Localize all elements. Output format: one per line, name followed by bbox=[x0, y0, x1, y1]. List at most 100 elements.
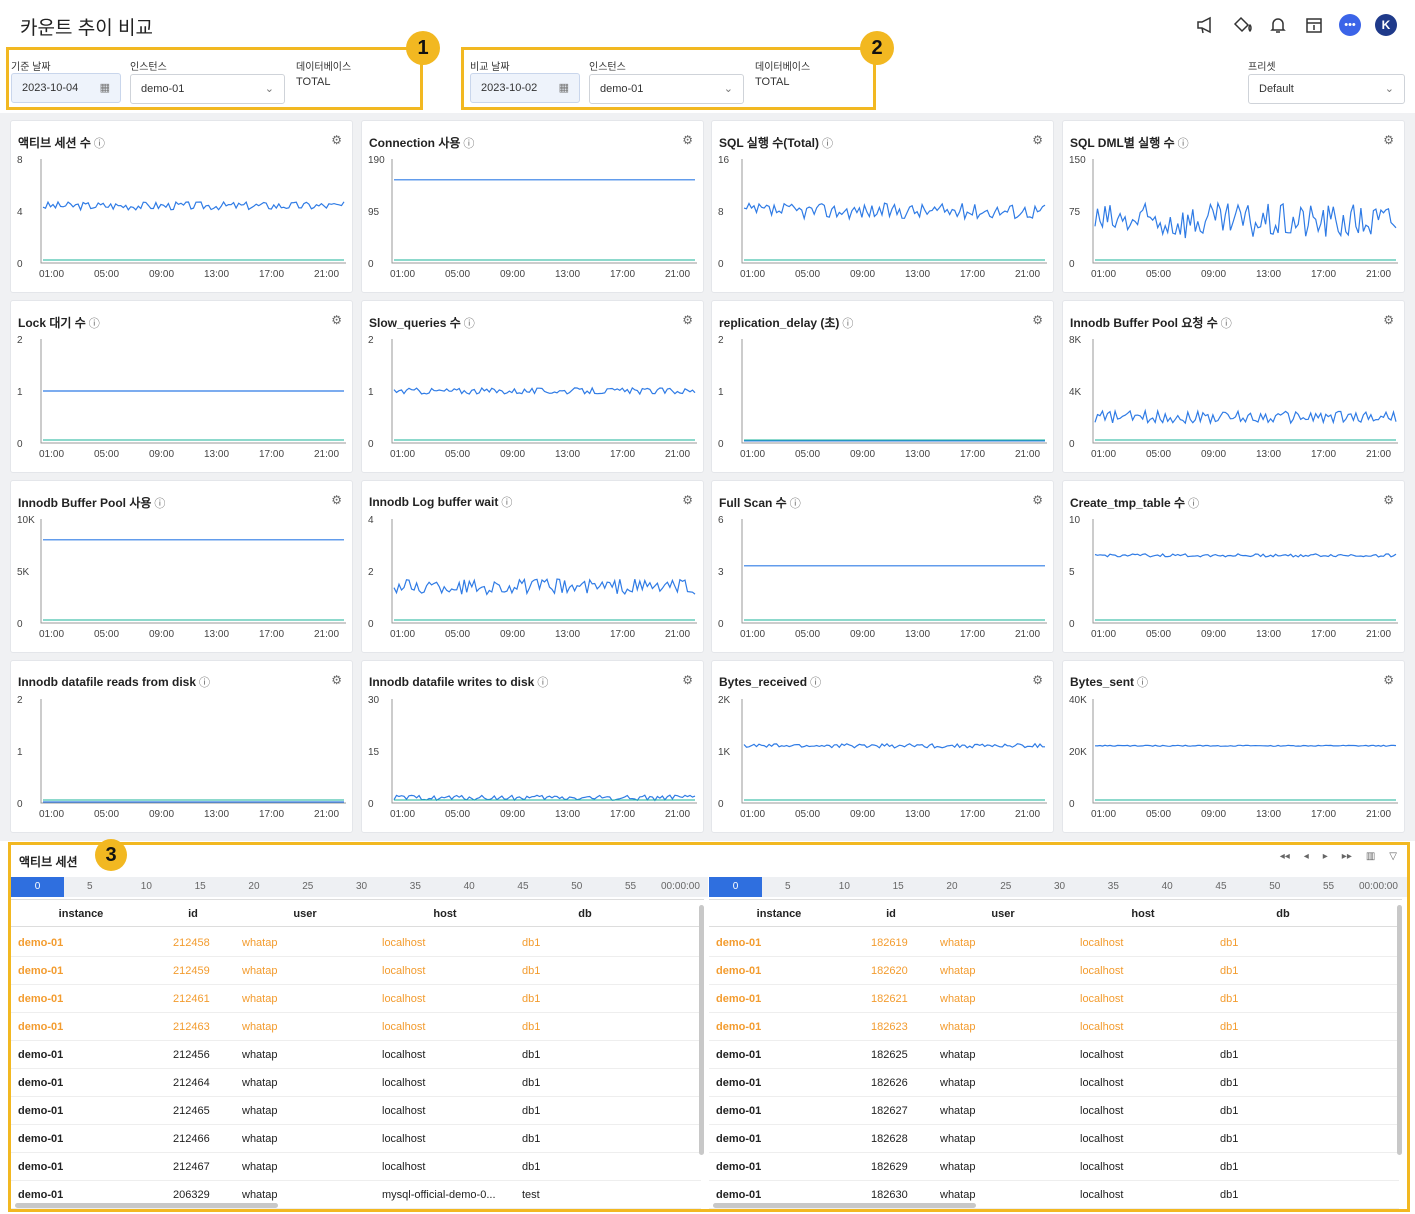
gear-icon[interactable]: ⚙ bbox=[331, 493, 342, 507]
info-icon[interactable]: ⓘ bbox=[1188, 498, 1199, 510]
right-vertical-scrollbar[interactable] bbox=[1397, 905, 1402, 1155]
chart-panel[interactable]: SQL 실행 수(Total) ⓘ ⚙ 16 8 0 01:00 05:00 09:00 13:0… bbox=[711, 120, 1054, 293]
gear-icon[interactable]: ⚙ bbox=[331, 313, 342, 327]
compare-instance-select[interactable]: demo-01 ⌄ bbox=[589, 74, 744, 104]
right-horizontal-scrollbar[interactable] bbox=[713, 1203, 976, 1208]
paint-bucket-icon[interactable] bbox=[1231, 14, 1253, 36]
chart-panel[interactable]: Connection 사용 ⓘ ⚙ 190 95 0 01:00 05:00 09:00 13:0… bbox=[361, 120, 704, 293]
column-header[interactable]: id bbox=[151, 908, 235, 920]
info-icon[interactable]: ⓘ bbox=[199, 677, 210, 689]
table-row[interactable]: demo-01 212459 whatap localhost db1 bbox=[11, 957, 701, 985]
info-icon[interactable]: ⓘ bbox=[537, 677, 548, 689]
chart-panel[interactable]: Innodb Buffer Pool 사용 ⓘ ⚙ 10K 5K 0 01:00 05:00 0… bbox=[10, 480, 353, 653]
info-icon[interactable]: ⓘ bbox=[94, 138, 105, 150]
info-icon[interactable]: ⓘ bbox=[822, 138, 833, 150]
column-header[interactable]: host bbox=[375, 908, 515, 920]
megaphone-icon[interactable] bbox=[1195, 14, 1217, 36]
last-page-icon[interactable]: ▸▸ bbox=[1342, 851, 1352, 862]
table-row[interactable]: demo-01 212458 whatap localhost db1 bbox=[11, 929, 701, 957]
chart-panel[interactable]: Slow_queries 수 ⓘ ⚙ 2 1 0 01:00 05:00 09:00 13:00 1… bbox=[361, 300, 704, 473]
chart-panel[interactable]: SQL DML별 실행 수 ⓘ ⚙ 150 75 0 01:00 05:00 09:00 13:0… bbox=[1062, 120, 1405, 293]
timeline-right[interactable]: 0 5 10 15 20 25 30 35 40 45 50 55 00:00:00 bbox=[709, 877, 1407, 897]
left-vertical-scrollbar[interactable] bbox=[699, 905, 704, 1155]
chart-panel[interactable]: Full Scan 수 ⓘ ⚙ 6 3 0 01:00 05:00 09:00 13:00 17:0… bbox=[711, 480, 1054, 653]
column-header[interactable]: db bbox=[515, 908, 655, 920]
gear-icon[interactable]: ⚙ bbox=[1383, 313, 1394, 327]
gear-icon[interactable]: ⚙ bbox=[682, 313, 693, 327]
column-header[interactable]: user bbox=[235, 908, 375, 920]
base-date-input[interactable]: 2023-10-04 ▦ bbox=[11, 73, 121, 103]
info-icon[interactable]: ⓘ bbox=[463, 138, 474, 150]
table-row[interactable]: demo-01 182628 whatap localhost db1 bbox=[709, 1125, 1399, 1153]
table-row[interactable]: demo-01 212467 whatap localhost db1 bbox=[11, 1153, 701, 1181]
left-horizontal-scrollbar[interactable] bbox=[15, 1203, 278, 1208]
timeline-current[interactable]: 0 bbox=[709, 877, 762, 897]
gear-icon[interactable]: ⚙ bbox=[682, 133, 693, 147]
first-page-icon[interactable]: ◂◂ bbox=[1280, 851, 1290, 862]
chart-panel[interactable]: Bytes_sent ⓘ ⚙ 40K 20K 0 01:00 05:00 09:00 13:00 1… bbox=[1062, 660, 1405, 833]
filter-icon[interactable]: ▽ bbox=[1389, 851, 1397, 862]
column-header[interactable]: host bbox=[1073, 908, 1213, 920]
column-header[interactable]: user bbox=[933, 908, 1073, 920]
table-row[interactable]: demo-01 212456 whatap localhost db1 bbox=[11, 1041, 701, 1069]
table-row[interactable]: demo-01 182627 whatap localhost db1 bbox=[709, 1097, 1399, 1125]
info-icon[interactable]: ⓘ bbox=[842, 318, 853, 330]
info-icon[interactable]: ⓘ bbox=[464, 318, 475, 330]
chart-panel[interactable]: Innodb Log buffer wait ⓘ ⚙ 4 2 0 01:00 05:00 09:… bbox=[361, 480, 704, 653]
gear-icon[interactable]: ⚙ bbox=[1383, 673, 1394, 687]
info-icon[interactable]: ⓘ bbox=[790, 498, 801, 510]
user-avatar[interactable]: K bbox=[1375, 14, 1397, 36]
table-row[interactable]: demo-01 182629 whatap localhost db1 bbox=[709, 1153, 1399, 1181]
chart-panel[interactable]: 액티브 세션 수 ⓘ ⚙ 8 4 0 01:00 05:00 09:00 13:00 17:00 21… bbox=[10, 120, 353, 293]
timeline-current[interactable]: 0 bbox=[11, 877, 64, 897]
column-header[interactable]: instance bbox=[11, 908, 151, 920]
calendar-icon[interactable] bbox=[1303, 14, 1325, 36]
gear-icon[interactable]: ⚙ bbox=[1383, 133, 1394, 147]
gear-icon[interactable]: ⚙ bbox=[1032, 673, 1043, 687]
info-icon[interactable]: ⓘ bbox=[1137, 677, 1148, 689]
table-row[interactable]: demo-01 212463 whatap localhost db1 bbox=[11, 1013, 701, 1041]
base-instance-select[interactable]: demo-01 ⌄ bbox=[130, 74, 285, 104]
table-row[interactable]: demo-01 182619 whatap localhost db1 bbox=[709, 929, 1399, 957]
column-header[interactable]: id bbox=[849, 908, 933, 920]
table-row[interactable]: demo-01 182623 whatap localhost db1 bbox=[709, 1013, 1399, 1041]
info-icon[interactable]: ⓘ bbox=[1178, 138, 1189, 150]
chart-panel[interactable]: Lock 대기 수 ⓘ ⚙ 2 1 0 01:00 05:00 09:00 13:00 17:00 2… bbox=[10, 300, 353, 473]
column-header[interactable]: instance bbox=[709, 908, 849, 920]
info-icon[interactable]: ⓘ bbox=[810, 677, 821, 689]
table-row[interactable]: demo-01 182626 whatap localhost db1 bbox=[709, 1069, 1399, 1097]
chart-panel[interactable]: Create_tmp_table 수 ⓘ ⚙ 10 5 0 01:00 05:00 09:00 1… bbox=[1062, 480, 1405, 653]
gear-icon[interactable]: ⚙ bbox=[682, 673, 693, 687]
gear-icon[interactable]: ⚙ bbox=[331, 673, 342, 687]
gear-icon[interactable]: ⚙ bbox=[1383, 493, 1394, 507]
compare-date-input[interactable]: 2023-10-02 ▦ bbox=[470, 73, 580, 103]
preset-select[interactable]: Default ⌄ bbox=[1248, 74, 1405, 104]
columns-icon[interactable]: ▥ bbox=[1366, 851, 1375, 862]
gear-icon[interactable]: ⚙ bbox=[331, 133, 342, 147]
chart-panel[interactable]: Innodb datafile reads from disk ⓘ ⚙ 2 1 0 01:0… bbox=[10, 660, 353, 833]
table-row[interactable]: demo-01 182621 whatap localhost db1 bbox=[709, 985, 1399, 1013]
chart-panel[interactable]: Innodb Buffer Pool 요청 수 ⓘ ⚙ 8K 4K 0 01:00 05:00… bbox=[1062, 300, 1405, 473]
info-icon[interactable]: ⓘ bbox=[501, 497, 512, 509]
table-row[interactable]: demo-01 212464 whatap localhost db1 bbox=[11, 1069, 701, 1097]
chat-icon[interactable]: ••• bbox=[1339, 14, 1361, 36]
table-row[interactable]: demo-01 182625 whatap localhost db1 bbox=[709, 1041, 1399, 1069]
next-page-icon[interactable]: ▸ bbox=[1323, 851, 1328, 862]
bell-icon[interactable] bbox=[1267, 14, 1289, 36]
chart-panel[interactable]: replication_delay (초) ⓘ ⚙ 2 1 0 01:00 05:00 09:0… bbox=[711, 300, 1054, 473]
gear-icon[interactable]: ⚙ bbox=[1032, 493, 1043, 507]
column-header[interactable]: db bbox=[1213, 908, 1353, 920]
chart-panel[interactable]: Innodb datafile writes to disk ⓘ ⚙ 30 15 0 01:… bbox=[361, 660, 704, 833]
table-row[interactable]: demo-01 212466 whatap localhost db1 bbox=[11, 1125, 701, 1153]
table-row[interactable]: demo-01 212465 whatap localhost db1 bbox=[11, 1097, 701, 1125]
info-icon[interactable]: ⓘ bbox=[89, 318, 100, 330]
chart-panel[interactable]: Bytes_received ⓘ ⚙ 2K 1K 0 01:00 05:00 09:00 13:0… bbox=[711, 660, 1054, 833]
gear-icon[interactable]: ⚙ bbox=[1032, 133, 1043, 147]
table-row[interactable]: demo-01 212461 whatap localhost db1 bbox=[11, 985, 701, 1013]
info-icon[interactable]: ⓘ bbox=[154, 498, 165, 510]
gear-icon[interactable]: ⚙ bbox=[682, 493, 693, 507]
gear-icon[interactable]: ⚙ bbox=[1032, 313, 1043, 327]
timeline-left[interactable]: 0 5 10 15 20 25 30 35 40 45 50 55 00:00:00 bbox=[11, 877, 708, 897]
prev-page-icon[interactable]: ◂ bbox=[1304, 851, 1309, 862]
info-icon[interactable]: ⓘ bbox=[1221, 318, 1232, 330]
